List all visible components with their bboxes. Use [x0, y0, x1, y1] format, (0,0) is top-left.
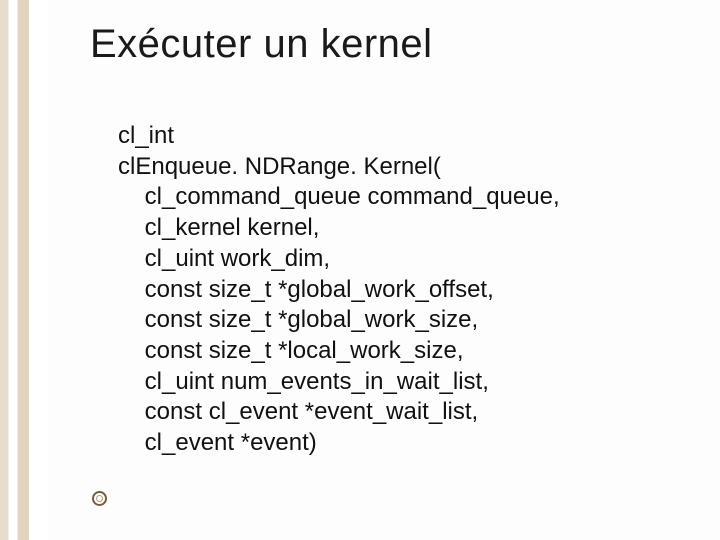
code-line: cl_event *event) — [118, 429, 317, 456]
slide-title: Exécuter un kernel — [90, 22, 690, 67]
code-line: cl_int — [118, 122, 174, 149]
code-block: cl_int clEnqueue. NDRange. Kernel( cl_co… — [90, 121, 690, 459]
code-line: const size_t *local_work_size, — [118, 337, 463, 364]
code-line: clEnqueue. NDRange. Kernel( — [118, 153, 441, 180]
code-line: cl_uint work_dim, — [118, 245, 330, 272]
code-line: const cl_event *event_wait_list, — [118, 398, 478, 425]
code-line: cl_command_queue command_queue, — [118, 183, 560, 210]
code-line: cl_uint num_events_in_wait_list, — [118, 368, 489, 395]
code-line: const size_t *global_work_size, — [118, 306, 478, 333]
code-line: cl_kernel kernel, — [118, 214, 319, 241]
bullet-ring-icon — [92, 491, 107, 506]
slide-content: Exécuter un kernel cl_int clEnqueue. NDR… — [0, 0, 720, 540]
code-line: const size_t *global_work_offset, — [118, 276, 494, 303]
